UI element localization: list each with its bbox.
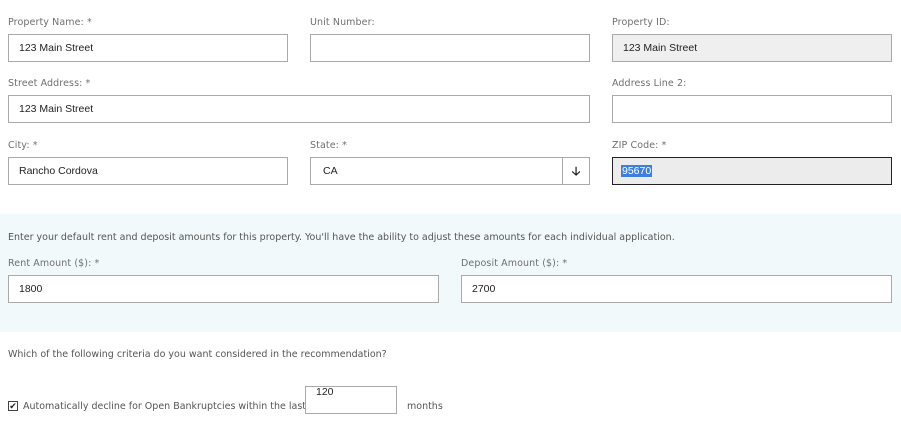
criteria-question: Which of the following criteria do you w… (8, 349, 387, 360)
deposit-label: Deposit Amount ($): * (461, 258, 568, 269)
unit-number-input[interactable] (310, 34, 590, 62)
property-id-label: Property ID: (612, 17, 670, 28)
address-line2-input[interactable] (612, 95, 892, 123)
bankruptcy-months-value: 120 (316, 386, 334, 398)
bankruptcy-months-input[interactable]: 120 (305, 386, 397, 414)
street-address-label: Street Address: * (8, 78, 91, 89)
zip-input[interactable]: 95670 (612, 157, 892, 185)
state-label: State: * (310, 140, 347, 151)
zip-value: 95670 (621, 165, 653, 177)
checkmark-icon: ✔ (9, 400, 17, 411)
address-line2-label: Address Line 2: (612, 78, 687, 89)
deposit-input[interactable]: 2700 (461, 275, 892, 303)
amounts-intro: Enter your default rent and deposit amou… (8, 232, 675, 243)
state-value: CA (323, 165, 338, 177)
unit-number-label: Unit Number: (310, 17, 375, 28)
months-unit-label: months (407, 401, 443, 412)
bankruptcy-checkbox[interactable]: ✔ (8, 401, 18, 411)
street-address-input[interactable]: 123 Main Street (8, 95, 590, 123)
city-input[interactable]: Rancho Cordova (8, 157, 288, 185)
property-name-input[interactable]: 123 Main Street (8, 34, 288, 62)
rent-label: Rent Amount ($): * (8, 258, 100, 269)
bankruptcy-label: Automatically decline for Open Bankruptc… (23, 401, 310, 412)
rent-input[interactable]: 1800 (8, 275, 439, 303)
arrow-down-icon[interactable]: 🡣 (562, 158, 589, 184)
zip-label: ZIP Code: * (612, 140, 667, 151)
property-id-input: 123 Main Street (612, 34, 892, 62)
property-name-label: Property Name: * (8, 17, 92, 28)
city-label: City: * (8, 140, 38, 151)
state-select[interactable]: CA 🡣 (310, 157, 590, 185)
